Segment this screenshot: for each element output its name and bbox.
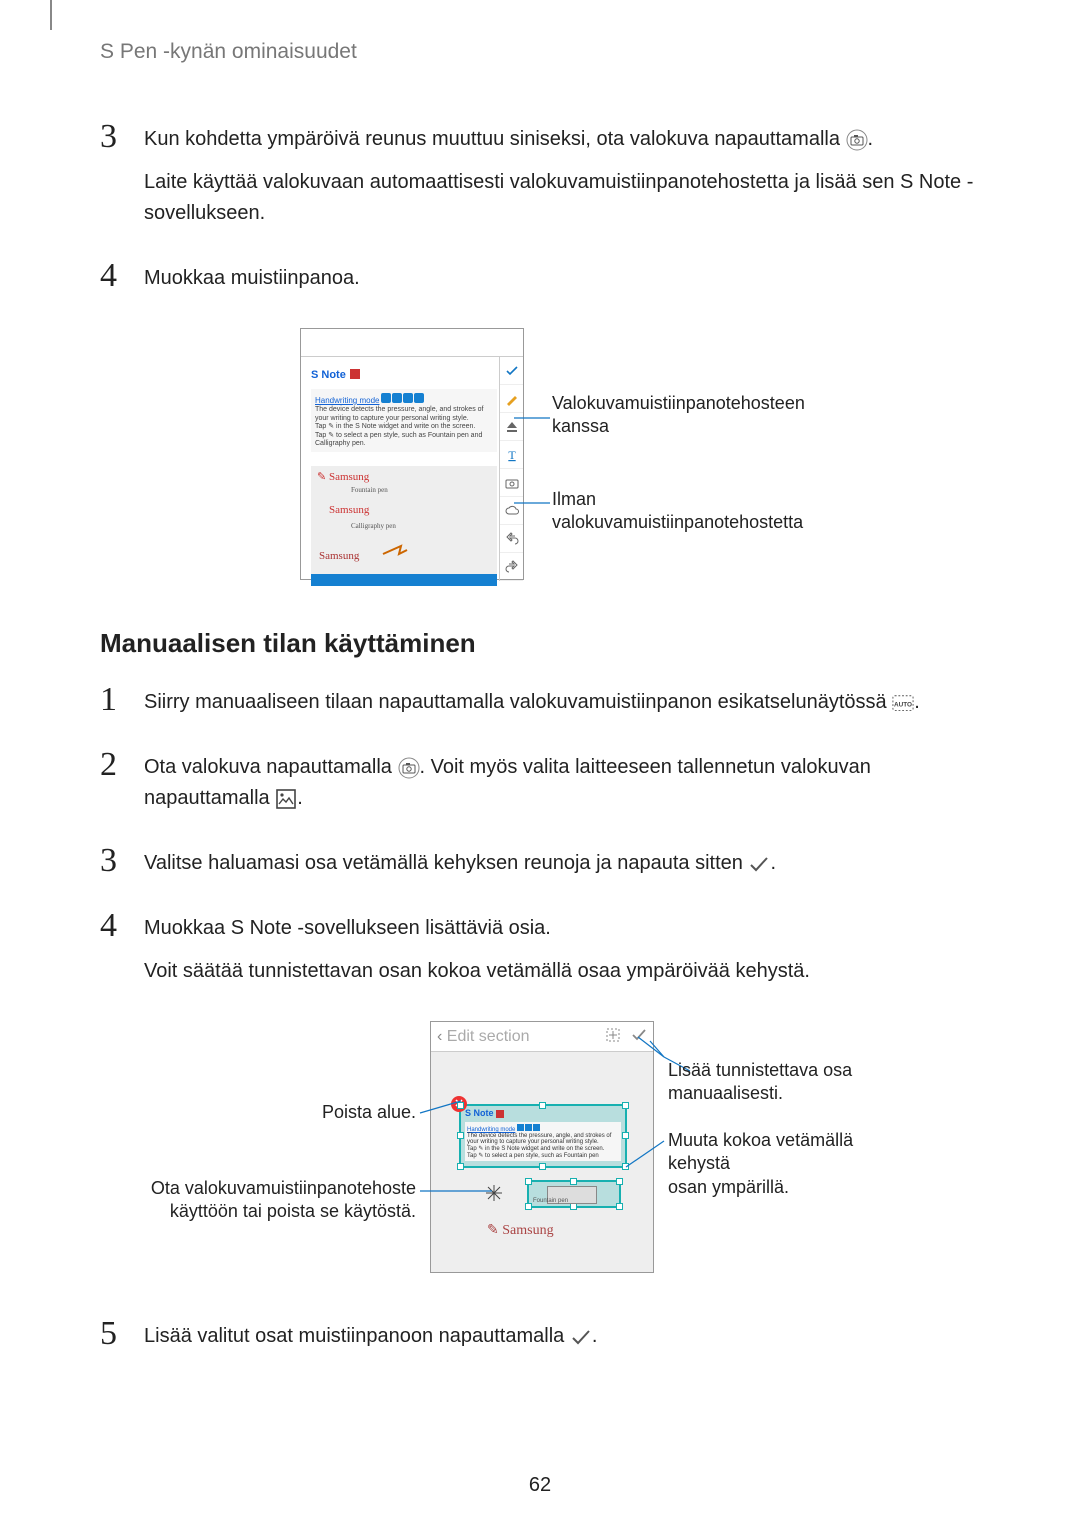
step-1-b: 1 Siirry manuaaliseen tilaan napauttamal… (100, 687, 980, 730)
step-3-a: 3 Kun kohdetta ympäröivä reunus muuttuu … (100, 124, 980, 241)
selection-box-1: ✕ S Note Handwriting mode The device det… (459, 1104, 627, 1168)
step-text: Lisää valitut osat muistiinpanoon napaut… (144, 1325, 570, 1347)
step-number: 2 (100, 748, 144, 782)
step-number: 5 (100, 1317, 144, 1351)
cloud-icon (500, 497, 523, 525)
step-number: 3 (100, 844, 144, 878)
step-body: Siirry manuaaliseen tilaan napauttamalla… (144, 687, 980, 730)
step-text: Siirry manuaaliseen tilaan napauttamalla… (144, 691, 892, 713)
snote-label: S Note (311, 369, 346, 381)
step-body: Muokkaa muistiinpanoa. (144, 263, 980, 306)
crop-add-icon (605, 1032, 624, 1046)
step-3-b: 3 Valitse haluamasi osa vetämällä kehyks… (100, 848, 980, 891)
step-body: Kun kohdetta ympäröivä reunus muuttuu si… (144, 124, 980, 241)
undo-icon (500, 525, 523, 553)
checkmark-icon (631, 1032, 647, 1046)
figure-2: ‹ Edit section ✕ (100, 1021, 980, 1281)
step-number: 1 (100, 683, 144, 717)
camera-icon (398, 757, 420, 779)
step-text: Ota valokuva napauttamalla (144, 756, 398, 778)
check-icon (500, 357, 523, 385)
step-text: Muokkaa S Note -sovellukseen lisättäviä … (144, 913, 980, 944)
app-icon (350, 369, 360, 379)
eject-icon (500, 413, 523, 441)
step-text: Kun kohdetta ympäröivä reunus muuttuu si… (144, 128, 846, 150)
svg-text:AUTO: AUTO (894, 701, 912, 708)
auto-mode-icon: AUTO (892, 692, 914, 714)
step-body: Valitse haluamasi osa vetämällä kehyksen… (144, 848, 980, 891)
svg-text:T: T (508, 448, 516, 462)
callout-text: Ilman valokuvamuistiinpanotehostetta (552, 488, 803, 535)
gallery-icon (275, 788, 297, 810)
step-number: 3 (100, 120, 144, 154)
page-number: 62 (0, 1474, 1080, 1497)
screenshot-mock: T S Note Handwriting mode The device det… (300, 328, 524, 580)
step-5: 5 Lisää valitut osat muistiinpanoon napa… (100, 1321, 980, 1364)
selection-box-2: Fountain pen (527, 1180, 621, 1208)
step-text: Voit säätää tunnistettavan osan kokoa ve… (144, 956, 980, 987)
step-2-b: 2 Ota valokuva napauttamalla . Voit myös… (100, 752, 980, 826)
sparkle-icon (485, 1184, 503, 1207)
step-body: Ota valokuva napauttamalla . Voit myös v… (144, 752, 980, 826)
checkmark-icon (748, 853, 770, 875)
step-body: Muokkaa S Note -sovellukseen lisättäviä … (144, 913, 980, 999)
screenshot-mock: ‹ Edit section ✕ (430, 1021, 654, 1273)
step-text: Valitse haluamasi osa vetämällä kehyksen… (144, 852, 748, 874)
figure-1: T S Note Handwriting mode The device det… (100, 328, 980, 588)
checkmark-icon (570, 1326, 592, 1348)
callout-text: Ota valokuvamuistiinpanotehostekäyttöön … (110, 1177, 416, 1224)
callout-text: Poista alue. (170, 1101, 416, 1124)
pen-icon (500, 385, 523, 413)
step-text: Muokkaa muistiinpanoa. (144, 263, 980, 294)
scribble-text: ✎ Samsung (487, 1222, 554, 1239)
sidebar-icons: T (499, 357, 523, 581)
text-icon: T (500, 441, 523, 469)
step-number: 4 (100, 259, 144, 293)
photo-preview: ✎ Samsung Fountain pen Samsung Calligrap… (311, 466, 497, 586)
step-4-b: 4 Muokkaa S Note -sovellukseen lisättävi… (100, 913, 980, 999)
page-left-border (50, 0, 52, 30)
callout-text: Lisää tunnistettava osamanuaalisesti. (668, 1059, 852, 1106)
step-body: Lisää valitut osat muistiinpanoon napaut… (144, 1321, 980, 1364)
step-text: Laite käyttää valokuvaan automaattisesti… (144, 167, 980, 229)
camera-icon (500, 469, 523, 497)
callout-text: Valokuvamuistiinpanotehosteen kanssa (552, 392, 805, 439)
section-heading: Manuaalisen tilan käyttäminen (100, 628, 980, 659)
camera-icon (846, 129, 868, 151)
step-4-a: 4 Muokkaa muistiinpanoa. (100, 263, 980, 306)
back-chevron-icon: ‹ Edit section (437, 1028, 530, 1046)
callout-text: Muuta kokoa vetämällä kehystäosan ympäri… (668, 1129, 910, 1199)
running-header: S Pen -kynän ominaisuudet (100, 40, 980, 64)
edit-section-topbar: ‹ Edit section (431, 1022, 653, 1052)
step-number: 4 (100, 909, 144, 943)
handwriting-box: Handwriting mode The device detects the … (311, 389, 497, 452)
redo-icon (500, 553, 523, 581)
